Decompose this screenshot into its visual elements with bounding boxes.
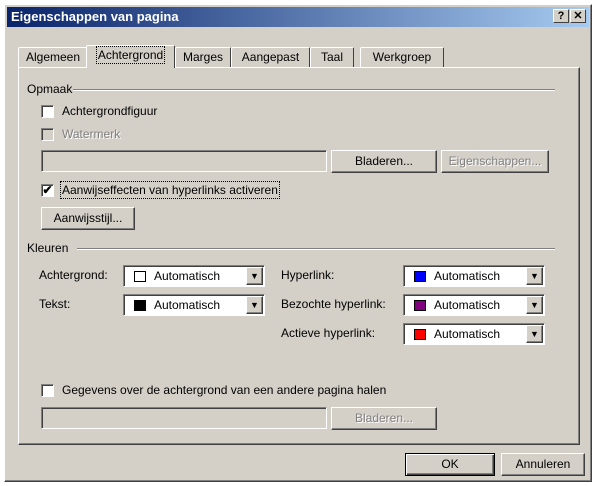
tab-werkgroep[interactable]: Werkgroep: [360, 47, 444, 67]
hyperlink-color-value: Automatisch: [434, 269, 501, 283]
tab-taal[interactable]: Taal: [310, 47, 354, 67]
chevron-down-icon[interactable]: ▼: [526, 296, 543, 314]
hover-style-button[interactable]: Aanwijsstijl...: [41, 207, 135, 230]
background-picture-label: Achtergrondfiguur: [62, 104, 158, 118]
watermark-checkbox[interactable]: [41, 128, 54, 141]
background-color-label: Achtergrond:: [39, 268, 108, 282]
visited-hyperlink-color-label: Bezochte hyperlink:: [281, 297, 386, 311]
hyperlink-color-label: Hyperlink:: [281, 268, 335, 282]
properties-button[interactable]: Eigenschappen...: [441, 150, 549, 173]
chevron-down-icon[interactable]: ▼: [526, 325, 543, 343]
watermark-label: Watermerk: [62, 127, 121, 141]
page-properties-dialog: Eigenschappen van pagina ? ✕ Algemeen Ac…: [4, 4, 592, 482]
tab-label-achtergrond: Achtergrond: [95, 46, 166, 64]
other-page-browse-button[interactable]: Bladeren...: [331, 407, 437, 430]
formatting-group-label: Opmaak: [27, 82, 73, 96]
other-page-background-label: Gegevens over de achtergrond van een and…: [62, 383, 387, 397]
background-tab-panel: Opmaak Achtergrondfiguur Watermerk Blade…: [18, 67, 580, 445]
properties-button-label: Eigenschappen...: [448, 154, 542, 168]
chevron-down-icon[interactable]: ▼: [246, 267, 263, 285]
text-color-value: Automatisch: [154, 298, 221, 312]
browse-button[interactable]: Bladeren...: [331, 150, 437, 173]
hyperlink-color-swatch: [414, 271, 426, 282]
colors-group-label: Kleuren: [27, 241, 69, 255]
chevron-down-icon[interactable]: ▼: [246, 296, 263, 314]
background-picture-checkbox[interactable]: [41, 105, 54, 118]
tab-aangepast[interactable]: Aangepast: [231, 47, 310, 67]
other-page-browse-label: Bladeren...: [354, 411, 414, 425]
background-color-swatch: [134, 271, 146, 282]
hover-effects-label: Aanwijseffecten van hyperlinks activeren: [60, 181, 280, 199]
active-hyperlink-color-label: Actieve hyperlink:: [281, 326, 376, 340]
close-button[interactable]: ✕: [570, 9, 586, 23]
active-hyperlink-color-swatch: [414, 329, 426, 340]
window-title: Eigenschappen van pagina: [11, 9, 179, 24]
colors-group-divider: [77, 248, 555, 250]
text-color-label: Tekst:: [39, 297, 71, 311]
cancel-button[interactable]: Annuleren: [501, 453, 585, 476]
text-color-select[interactable]: Automatisch ▼: [123, 294, 265, 316]
tab-algemeen[interactable]: Algemeen: [18, 47, 88, 67]
help-button[interactable]: ?: [553, 9, 569, 23]
active-hyperlink-color-value: Automatisch: [434, 327, 501, 341]
visited-hyperlink-color-value: Automatisch: [434, 298, 501, 312]
visited-hyperlink-color-select[interactable]: Automatisch ▼: [403, 294, 545, 316]
background-color-select[interactable]: Automatisch ▼: [123, 265, 265, 287]
other-page-background-checkbox[interactable]: [41, 384, 54, 397]
hover-effects-checkbox[interactable]: ✔: [41, 184, 54, 197]
other-page-file-field[interactable]: [41, 407, 327, 429]
visited-hyperlink-color-swatch: [414, 300, 426, 311]
background-color-value: Automatisch: [154, 269, 221, 283]
background-file-field[interactable]: [41, 150, 327, 172]
tab-achtergrond[interactable]: Achtergrond: [86, 45, 175, 68]
hyperlink-color-select[interactable]: Automatisch ▼: [403, 265, 545, 287]
text-color-swatch: [134, 300, 146, 311]
active-hyperlink-color-select[interactable]: Automatisch ▼: [403, 323, 545, 345]
chevron-down-icon[interactable]: ▼: [526, 267, 543, 285]
tab-marges[interactable]: Marges: [175, 47, 231, 67]
ok-button[interactable]: OK: [405, 453, 495, 476]
title-bar[interactable]: Eigenschappen van pagina ? ✕: [7, 7, 589, 27]
formatting-group-divider: [73, 89, 555, 91]
